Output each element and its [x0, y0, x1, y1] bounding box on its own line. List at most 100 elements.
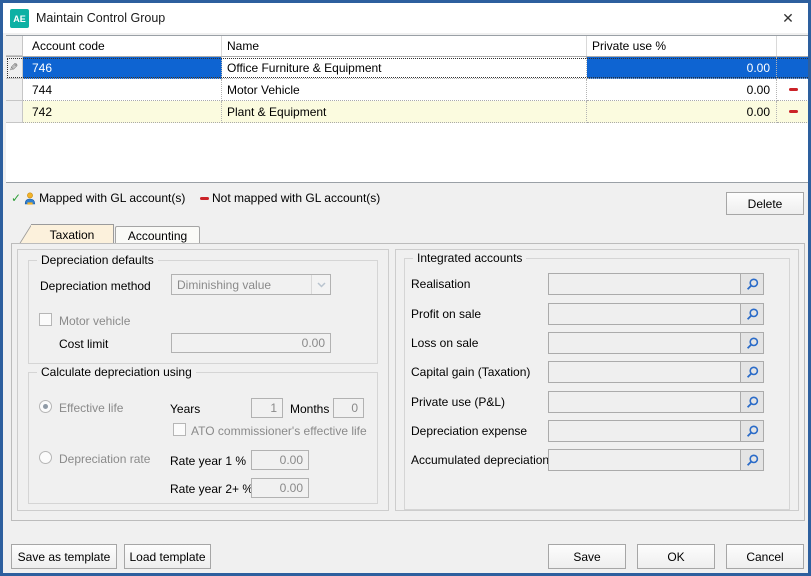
months-field[interactable]: 0	[333, 398, 364, 418]
table-row[interactable]: 742 Plant & Equipment 0.00	[6, 101, 811, 123]
name-cell[interactable]: Office Furniture & Equipment	[222, 57, 587, 79]
accumulated-depreciation-field[interactable]	[548, 449, 764, 471]
mapping-status-cell	[777, 57, 811, 79]
app-icon: AE	[10, 9, 29, 28]
effective-life-label: Effective life	[59, 401, 123, 415]
search-icon[interactable]	[740, 421, 763, 441]
profit-on-sale-label: Profit on sale	[411, 307, 481, 321]
column-header-private-use[interactable]: Private use %	[587, 36, 777, 56]
tab-accounting-label: Accounting	[128, 229, 187, 243]
capital-gain-label: Capital gain (Taxation)	[411, 365, 530, 379]
depreciation-expense-field[interactable]	[548, 420, 764, 442]
private-use-cell[interactable]: 0.00	[587, 79, 777, 101]
green-check-icon: ✓	[11, 191, 21, 205]
integrated-account-row: Accumulated depreciation	[405, 449, 789, 471]
maintain-control-group-dialog: AE Maintain Control Group ✕ Account code…	[0, 0, 811, 576]
table-row[interactable]: 744 Motor Vehicle 0.00	[6, 79, 811, 101]
title-bar: AE Maintain Control Group ✕	[3, 3, 808, 33]
depreciation-rate-radio[interactable]	[39, 451, 52, 464]
row-selector-cell[interactable]	[6, 79, 23, 101]
rate-year-1-label: Rate year 1 %	[170, 454, 246, 468]
integrated-account-row: Loss on sale	[405, 332, 789, 354]
search-icon[interactable]	[740, 304, 763, 324]
search-icon[interactable]	[740, 274, 763, 294]
table-row[interactable]: ✎ 746 Office Furniture & Equipment 0.00	[6, 57, 811, 79]
loss-on-sale-field[interactable]	[548, 332, 764, 354]
mapping-status-cell	[777, 101, 811, 123]
tab-accounting[interactable]: Accounting	[115, 226, 200, 244]
row-selector-header	[6, 36, 23, 56]
account-code-cell[interactable]: 746	[23, 57, 222, 79]
years-field[interactable]: 1	[251, 398, 283, 418]
group-title: Depreciation defaults	[37, 253, 158, 267]
grid-header-row: Account code Name Private use %	[6, 36, 811, 57]
not-mapped-icon	[200, 197, 209, 200]
chevron-down-icon	[311, 275, 330, 294]
search-icon[interactable]	[740, 333, 763, 353]
private-use-cell[interactable]: 0.00	[587, 57, 777, 79]
realisation-label: Realisation	[411, 277, 470, 291]
calculate-depreciation-group: Calculate depreciation using Effective l…	[28, 372, 378, 504]
private-use-pl-field[interactable]	[548, 391, 764, 413]
depreciation-method-value: Diminishing value	[177, 278, 271, 292]
group-title: Integrated accounts	[413, 251, 526, 265]
right-panel: Integrated accounts Realisation Profit o…	[395, 249, 799, 511]
dialog-title: Maintain Control Group	[36, 11, 165, 25]
legend-not-mapped-label: Not mapped with GL account(s)	[212, 191, 380, 205]
rate-year-2-field[interactable]: 0.00	[251, 478, 309, 498]
legend-not-mapped: Not mapped with GL account(s)	[200, 191, 380, 205]
account-code-cell[interactable]: 744	[23, 79, 222, 101]
loss-on-sale-label: Loss on sale	[411, 336, 478, 350]
depreciation-defaults-group: Depreciation defaults Depreciation metho…	[28, 260, 378, 364]
realisation-field[interactable]	[548, 273, 764, 295]
search-icon[interactable]	[740, 392, 763, 412]
taxation-tab-panel: Depreciation defaults Depreciation metho…	[11, 243, 805, 521]
column-header-name[interactable]: Name	[222, 36, 587, 56]
motor-vehicle-label: Motor vehicle	[59, 314, 130, 328]
mapping-status-cell	[777, 79, 811, 101]
legend-mapped-label: Mapped with GL account(s)	[39, 191, 185, 205]
delete-button[interactable]: Delete	[726, 192, 804, 215]
load-template-button[interactable]: Load template	[124, 544, 211, 569]
profit-on-sale-field[interactable]	[548, 303, 764, 325]
person-icon	[24, 192, 36, 205]
save-button[interactable]: Save	[548, 544, 626, 569]
save-as-template-button[interactable]: Save as template	[11, 544, 117, 569]
integrated-account-row: Realisation	[405, 273, 789, 295]
row-selector-cell[interactable]	[6, 101, 23, 123]
integrated-account-row: Capital gain (Taxation)	[405, 361, 789, 383]
cost-limit-label: Cost limit	[59, 337, 108, 351]
tab-taxation-label: Taxation	[50, 228, 95, 242]
name-cell[interactable]: Plant & Equipment	[222, 101, 587, 123]
accumulated-depreciation-label: Accumulated depreciation	[411, 453, 549, 467]
capital-gain-field[interactable]	[548, 361, 764, 383]
not-mapped-icon	[789, 110, 798, 113]
name-cell[interactable]: Motor Vehicle	[222, 79, 587, 101]
motor-vehicle-checkbox[interactable]	[39, 313, 52, 326]
years-label: Years	[170, 402, 200, 416]
cancel-button[interactable]: Cancel	[726, 544, 804, 569]
accounts-grid: Account code Name Private use % ✎ 746 Of…	[6, 35, 811, 183]
rate-year-1-field[interactable]: 0.00	[251, 450, 309, 470]
column-header-account-code[interactable]: Account code	[23, 36, 222, 56]
effective-life-radio[interactable]	[39, 400, 52, 413]
cost-limit-field[interactable]: 0.00	[171, 333, 331, 353]
tab-taxation[interactable]: Taxation	[17, 224, 114, 244]
group-title: Calculate depreciation using	[37, 365, 196, 379]
ato-effective-life-label: ATO commissioner's effective life	[191, 424, 367, 438]
search-icon[interactable]	[740, 362, 763, 382]
search-icon[interactable]	[740, 450, 763, 470]
close-icon[interactable]: ✕	[776, 6, 800, 30]
ok-button[interactable]: OK	[637, 544, 715, 569]
private-use-pl-label: Private use (P&L)	[411, 395, 505, 409]
depreciation-method-select[interactable]: Diminishing value	[171, 274, 331, 295]
private-use-cell[interactable]: 0.00	[587, 101, 777, 123]
ato-effective-life-checkbox[interactable]	[173, 423, 186, 436]
row-selector-cell[interactable]: ✎	[6, 57, 23, 79]
edit-pencil-icon: ✎	[9, 61, 18, 74]
account-code-cell[interactable]: 742	[23, 101, 222, 123]
depreciation-expense-label: Depreciation expense	[411, 424, 527, 438]
rate-year-2-label: Rate year 2+ %	[170, 482, 253, 496]
column-header-mapping	[777, 36, 811, 56]
legend-mapped: ✓ Mapped with GL account(s)	[11, 191, 185, 205]
